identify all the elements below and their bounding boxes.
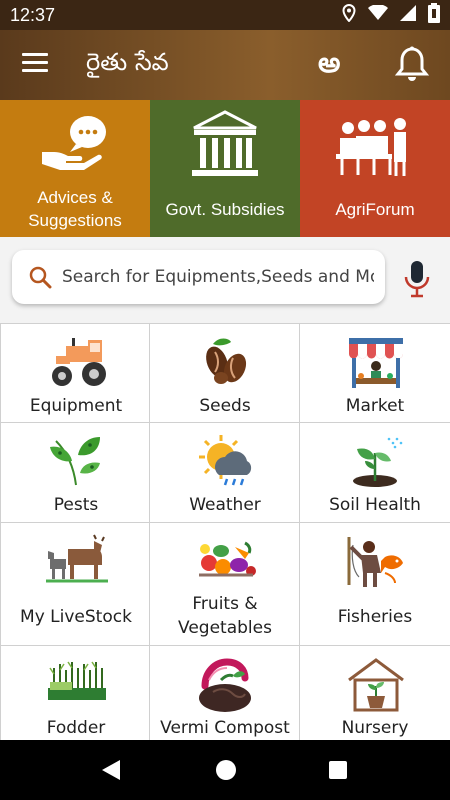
category-fodder[interactable]: Fodder xyxy=(0,646,150,740)
feature-tiles: Advices & Suggestions Govt. Subsidies Ag… xyxy=(0,100,450,237)
weather-icon xyxy=(199,435,252,486)
category-market-label: Market xyxy=(345,396,405,416)
location-icon xyxy=(342,3,356,26)
market-stall-icon xyxy=(349,338,403,388)
tile-advices[interactable]: Advices & Suggestions xyxy=(0,100,150,237)
category-nursery[interactable]: Nursery xyxy=(300,646,450,740)
system-nav-bar xyxy=(0,740,450,800)
wifi-icon xyxy=(368,4,388,25)
meeting-icon xyxy=(336,118,406,176)
category-pests-label: Pests xyxy=(53,495,99,515)
status-icons xyxy=(342,3,440,27)
microphone-icon[interactable] xyxy=(402,259,432,299)
home-icon[interactable] xyxy=(216,760,236,780)
category-vermi-compost-label: Vermi Compost xyxy=(160,718,290,738)
category-grid: Equipment Seeds Market Pests Weather Soi… xyxy=(0,323,450,740)
hamburger-icon[interactable] xyxy=(22,53,48,75)
category-soil-health-label: Soil Health xyxy=(329,495,421,515)
fisherman-icon xyxy=(347,537,403,587)
search-box xyxy=(12,250,385,304)
bell-icon[interactable] xyxy=(394,46,430,84)
status-time: 12:37 xyxy=(10,4,56,25)
category-fruits-vegetables-label: Fruits & Vegetables xyxy=(178,594,272,638)
pest-leaf-icon xyxy=(50,437,100,486)
category-nursery-label: Nursery xyxy=(341,718,409,738)
signal-icon xyxy=(400,5,416,25)
category-seeds[interactable]: Seeds xyxy=(150,323,300,423)
category-vermi-compost[interactable]: Vermi Compost xyxy=(150,646,300,740)
tractor-icon xyxy=(52,338,106,386)
nursery-house-icon xyxy=(348,658,404,712)
hand-chat-icon xyxy=(42,116,106,170)
category-fodder-label: Fodder xyxy=(46,718,106,738)
category-my-livestock[interactable]: My LiveStock xyxy=(0,523,150,646)
tile-agriforum-label: AgriForum xyxy=(335,200,415,219)
tile-advices-label: Advices & Suggestions xyxy=(28,188,122,230)
recents-icon[interactable] xyxy=(329,761,347,779)
category-equipment-label: Equipment xyxy=(29,396,123,416)
search-area xyxy=(0,237,450,323)
government-building-icon xyxy=(192,110,258,176)
category-market[interactable]: Market xyxy=(300,323,450,423)
seeds-icon xyxy=(206,338,247,384)
category-fruits-vegetables[interactable]: Fruits & Vegetables xyxy=(150,523,300,646)
tile-subsidies-label: Govt. Subsidies xyxy=(165,200,285,219)
fodder-grass-icon xyxy=(48,661,106,700)
tile-agriforum[interactable]: AgriForum xyxy=(300,100,450,237)
battery-icon xyxy=(428,3,440,27)
app-bar: రైతు సేవ అ xyxy=(0,30,450,100)
category-fisheries-label: Fisheries xyxy=(337,607,413,627)
category-soil-health[interactable]: Soil Health xyxy=(300,423,450,523)
search-input[interactable] xyxy=(62,267,374,287)
search-icon xyxy=(29,266,52,289)
fruits-vegetables-icon xyxy=(199,541,256,577)
tile-subsidies[interactable]: Govt. Subsidies xyxy=(150,100,300,237)
app-title: రైతు సేవ xyxy=(86,48,169,76)
back-icon[interactable] xyxy=(102,760,120,780)
language-button[interactable]: అ xyxy=(318,46,340,86)
sprout-icon xyxy=(353,437,403,487)
category-weather-label: Weather xyxy=(189,495,261,515)
category-fisheries[interactable]: Fisheries xyxy=(300,523,450,646)
category-my-livestock-label: My LiveStock xyxy=(20,607,132,627)
livestock-icon xyxy=(46,534,108,583)
category-pests[interactable]: Pests xyxy=(0,423,150,523)
status-bar: 12:37 xyxy=(0,0,450,30)
earthworm-icon xyxy=(199,658,251,712)
category-weather[interactable]: Weather xyxy=(150,423,300,523)
category-seeds-label: Seeds xyxy=(199,396,251,416)
category-equipment[interactable]: Equipment xyxy=(0,323,150,423)
